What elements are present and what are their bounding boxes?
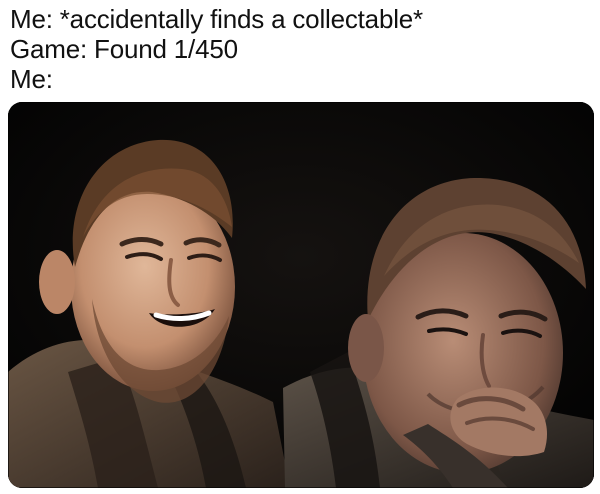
caption-line-2: Game: Found 1/450 (10, 34, 238, 64)
meme-image (8, 102, 594, 488)
meme-container: Me: *accidentally finds a collectable* G… (0, 0, 600, 494)
meme-caption: Me: *accidentally finds a collectable* G… (10, 4, 590, 94)
caption-line-3: Me: (10, 64, 53, 94)
caption-line-1: Me: *accidentally finds a collectable* (10, 4, 423, 34)
meme-photo-illustration (8, 102, 594, 488)
